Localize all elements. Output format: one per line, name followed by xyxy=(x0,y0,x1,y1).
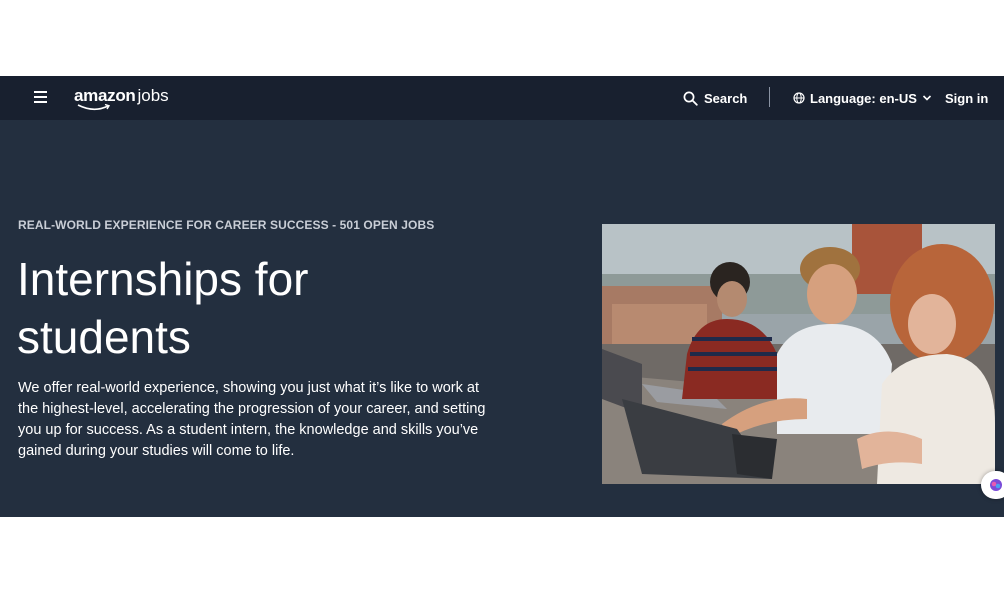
assistant-icon xyxy=(990,479,1002,491)
globe-icon xyxy=(793,92,805,104)
search-icon xyxy=(683,91,698,106)
hero-description: We offer real-world experience, showing … xyxy=(18,380,486,459)
search-label: Search xyxy=(704,90,748,106)
page: amazon jobs Search Language: en-US Sign … xyxy=(0,0,1004,591)
language-selector[interactable]: Language: en-US xyxy=(793,86,932,110)
assistant-button[interactable] xyxy=(981,471,1004,499)
logo-wordmark: amazon xyxy=(74,86,136,105)
students-photo xyxy=(602,224,995,484)
search-button[interactable]: Search xyxy=(683,86,747,110)
nav-divider xyxy=(769,87,770,107)
hamburger-menu-icon[interactable] xyxy=(34,91,47,103)
logo-suffix: jobs xyxy=(137,86,169,105)
hero-eyebrow: REAL-WORLD EXPERIENCE FOR CAREER SUCCESS… xyxy=(18,218,435,232)
page-title: Internships for students xyxy=(17,253,309,363)
chevron-down-icon xyxy=(922,95,931,101)
top-navigation-bar: amazon jobs Search Language: en-US Sign … xyxy=(0,76,1004,120)
amazon-jobs-logo[interactable]: amazon jobs xyxy=(74,86,169,111)
sign-in-link[interactable]: Sign in xyxy=(945,86,988,110)
hero-section: REAL-WORLD EXPERIENCE FOR CAREER SUCCESS… xyxy=(0,120,1004,517)
sign-in-label: Sign in xyxy=(945,90,989,106)
language-label: Language: en-US xyxy=(810,90,917,106)
logo-smile-icon xyxy=(77,104,111,111)
